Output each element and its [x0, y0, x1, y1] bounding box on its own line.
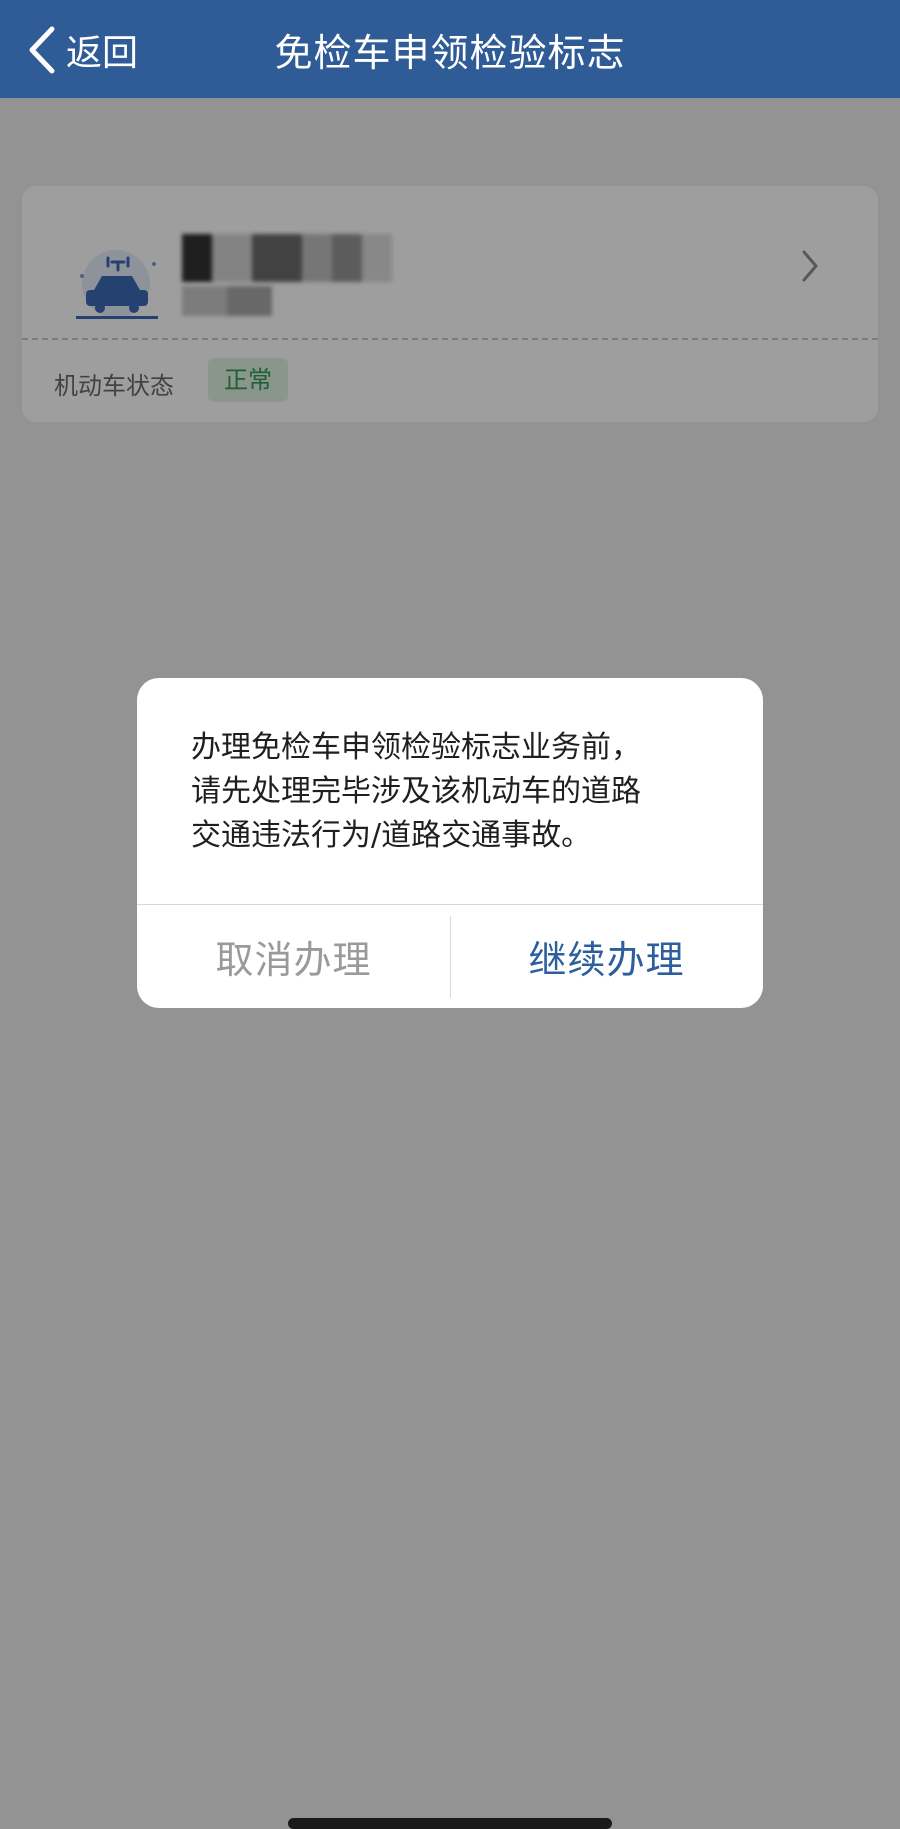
navbar: 返回 免检车申领检验标志: [0, 0, 900, 98]
continue-button[interactable]: 继续办理: [450, 905, 763, 1008]
page-title: 免检车申领检验标志: [274, 31, 626, 75]
cancel-button[interactable]: 取消办理: [137, 905, 450, 1008]
home-indicator[interactable]: [288, 1818, 612, 1829]
dialog-message-line: 交通违法行为/道路交通事故。: [191, 818, 592, 853]
dialog-message: 办理免检车申领检验标志业务前， 请先处理完毕涉及该机动车的道路 交通违法行为/道…: [191, 726, 717, 858]
dialog-message-line: 请先处理完毕涉及该机动车的道路: [191, 774, 641, 809]
dialog-message-line: 办理免检车申领检验标志业务前，: [191, 730, 641, 765]
alert-dialog: 办理免检车申领检验标志业务前， 请先处理完毕涉及该机动车的道路 交通违法行为/道…: [137, 678, 763, 1008]
